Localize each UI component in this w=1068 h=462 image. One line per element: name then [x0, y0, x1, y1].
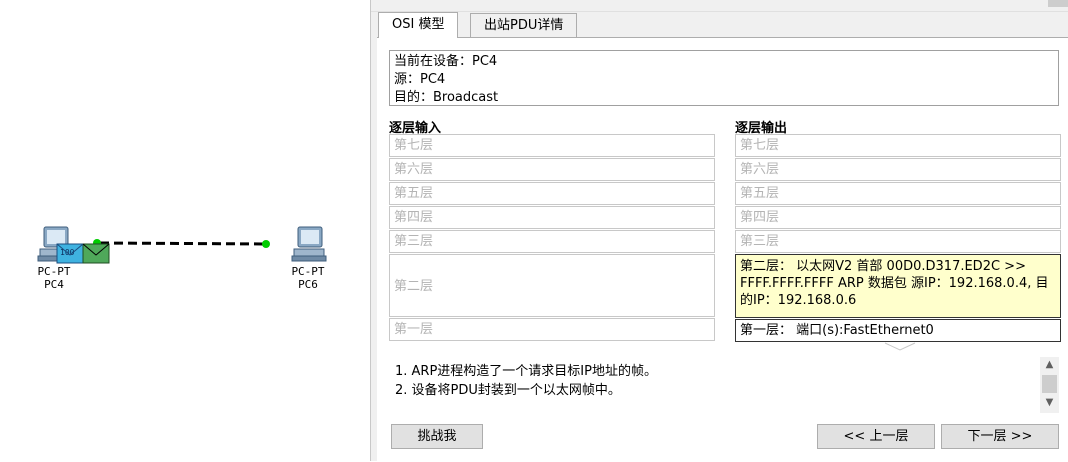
challenge-me-button[interactable]: 挑战我: [391, 424, 483, 449]
description-line: 1. ARP进程构造了一个请求目标IP地址的帧。: [395, 364, 657, 379]
current-device-text: 当前在设备：PC4: [394, 54, 498, 69]
out-layer-5[interactable]: 第五层: [735, 182, 1061, 205]
scroll-down-icon[interactable]: ▼: [1040, 395, 1059, 411]
out-layer-1[interactable]: 第一层： 端口(s):FastEthernet0: [735, 319, 1061, 342]
destination-text: 目的：Broadcast: [394, 90, 499, 105]
in-layer-2[interactable]: 第二层: [389, 254, 715, 317]
topology-canvas[interactable]: PC-PT PC4 100 PC-PT PC6: [0, 0, 370, 461]
in-layer-3[interactable]: 第三层: [389, 230, 715, 253]
out-layer-6[interactable]: 第六层: [735, 158, 1061, 181]
in-layer-7[interactable]: 第七层: [389, 134, 715, 157]
pc6-type-label: PC-PT: [291, 265, 325, 278]
description-line: 2. 设备将PDU封装到一个以太网帧中。: [395, 383, 621, 398]
link-light-right: [262, 240, 270, 248]
in-layer-6[interactable]: 第六层: [389, 158, 715, 181]
out-layer-7[interactable]: 第七层: [735, 134, 1061, 157]
step-description: 1. ARP进程构造了一个请求目标IP地址的帧。 2. 设备将PDU封装到一个以…: [389, 357, 1039, 413]
in-layer-5[interactable]: 第五层: [389, 182, 715, 205]
source-text: 源：PC4: [394, 72, 446, 87]
scroll-thumb[interactable]: [1042, 375, 1057, 393]
prev-layer-button[interactable]: << 上一层: [817, 424, 935, 449]
out-layer-3[interactable]: 第三层: [735, 230, 1061, 253]
pc6-device[interactable]: PC-PT PC6: [280, 225, 336, 291]
in-layer-1[interactable]: 第一层: [389, 318, 715, 341]
osi-model-view: 当前在设备：PC4 源：PC4 目的：Broadcast 逐层输入 逐层输出 第…: [370, 0, 1068, 461]
out-layer-4[interactable]: 第四层: [735, 206, 1061, 229]
pc-icon: [291, 226, 327, 262]
out-layer-2[interactable]: 第二层： 以太网V2 首部 00D0.D317.ED2C >> FFFF.FFF…: [735, 254, 1061, 318]
device-info-box: 当前在设备：PC4 源：PC4 目的：Broadcast: [389, 50, 1059, 106]
chevron-down-icon: [884, 342, 916, 351]
scroll-up-icon[interactable]: ▲: [1040, 357, 1059, 373]
description-scrollbar[interactable]: ▲ ▼: [1040, 357, 1059, 413]
tab-osi-model[interactable]: OSI 模型: [378, 12, 459, 38]
pdu-envelope-icon[interactable]: 100: [56, 243, 110, 265]
pc6-name-label: PC6: [298, 278, 318, 291]
pc4-name-label: PC4: [44, 278, 64, 291]
pc4-type-label: PC-PT: [37, 265, 71, 278]
ethernet-link: [99, 241, 269, 246]
in-layer-4[interactable]: 第四层: [389, 206, 715, 229]
next-layer-button[interactable]: 下一层 >>: [941, 424, 1059, 449]
